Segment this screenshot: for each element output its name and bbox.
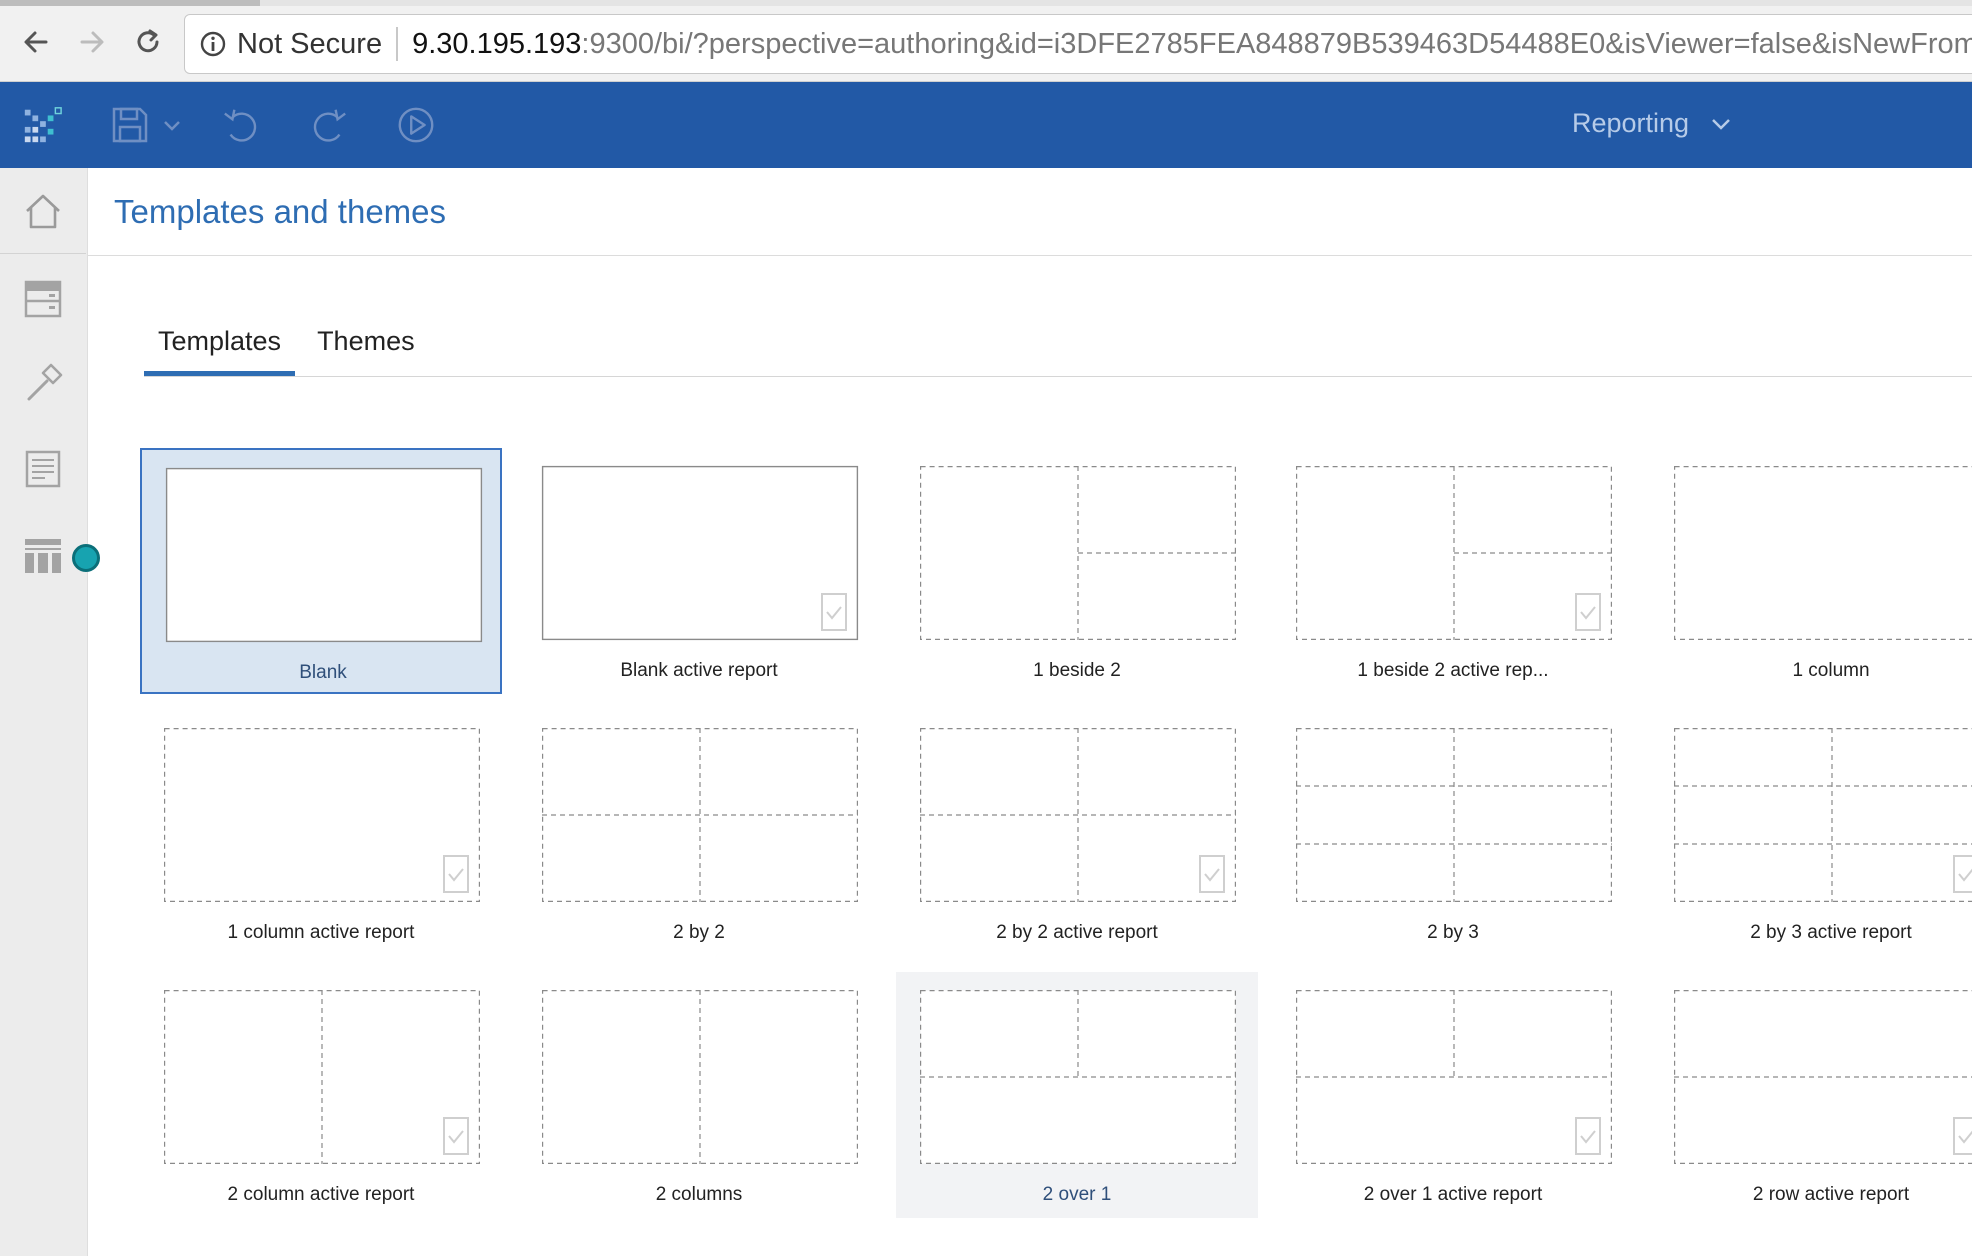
- template-thumbnail: [1296, 728, 1612, 903]
- template-card[interactable]: 2 row active report: [1650, 972, 1972, 1218]
- template-label: 2 row active report: [1752, 1184, 1910, 1205]
- template-label: 2 by 2: [673, 922, 725, 943]
- home-icon[interactable]: [0, 168, 86, 254]
- run-report-icon[interactable]: [394, 102, 438, 148]
- template-card[interactable]: 1 column: [1650, 448, 1972, 694]
- template-label: 2 columns: [655, 1184, 743, 1205]
- template-thumbnail: [542, 990, 858, 1165]
- template-card[interactable]: Blank: [140, 448, 502, 694]
- template-label: 2 column active report: [227, 1184, 415, 1205]
- template-thumbnail: [920, 728, 1236, 903]
- pages-icon[interactable]: [0, 426, 86, 512]
- template-card[interactable]: Blank active report: [518, 448, 880, 694]
- template-thumbnail: [1674, 990, 1972, 1165]
- template-label: 1 column active report: [227, 922, 415, 943]
- template-thumbnail: [1296, 466, 1612, 641]
- template-label: 1 column: [1792, 660, 1870, 681]
- template-label: 1 beside 2 active rep...: [1357, 660, 1549, 681]
- tabs-divider: [144, 376, 1972, 377]
- tab-themes[interactable]: Themes: [303, 322, 429, 376]
- url-path: :9300/bi/?perspective=authoring&id=i3DFE…: [581, 27, 1972, 60]
- left-rail: [0, 168, 88, 1256]
- template-card[interactable]: 2 over 1 active report: [1272, 972, 1634, 1218]
- template-card[interactable]: 2 by 2: [518, 710, 880, 956]
- browser-toolbar: Not Secure 9.30.195.193:9300/bi/?perspec…: [0, 0, 1972, 82]
- template-thumbnail: [164, 728, 480, 903]
- template-label: 2 by 3 active report: [1750, 922, 1912, 943]
- not-secure-label: Not Secure: [237, 27, 383, 60]
- title-divider: [88, 255, 1972, 256]
- template-label: 1 beside 2: [1033, 660, 1121, 681]
- template-label: 2 by 3: [1427, 922, 1479, 943]
- forward-arrow-icon[interactable]: [72, 22, 112, 62]
- undo-icon[interactable]: [220, 102, 264, 148]
- template-card[interactable]: 2 over 1: [896, 972, 1258, 1218]
- save-menu-chevron-icon[interactable]: [162, 102, 182, 148]
- template-thumbnail: [1674, 728, 1972, 903]
- template-card[interactable]: 2 columns: [518, 972, 880, 1218]
- perspective-label: Reporting: [1572, 108, 1690, 138]
- template-thumbnail: [164, 990, 480, 1165]
- template-card[interactable]: 2 column active report: [140, 972, 502, 1218]
- perspective-switcher[interactable]: Reporting: [1572, 108, 1733, 139]
- template-label: 2 over 1 active report: [1363, 1184, 1543, 1205]
- address-bar[interactable]: Not Secure 9.30.195.193:9300/bi/?perspec…: [184, 14, 1972, 74]
- browser-tab-strip: [0, 0, 1972, 6]
- page-title: Templates and themes: [114, 193, 447, 230]
- template-label: Blank: [299, 662, 347, 683]
- template-label: 2 by 2 active report: [996, 922, 1158, 943]
- reload-icon[interactable]: [128, 22, 168, 62]
- active-indicator-dot: [72, 544, 100, 572]
- app-header: Reporting: [0, 82, 1972, 168]
- template-card[interactable]: 1 column active report: [140, 710, 502, 956]
- url-separator: [396, 27, 399, 61]
- template-thumbnail: [920, 990, 1236, 1165]
- template-thumbnail: [1296, 990, 1612, 1165]
- url-host: 9.30.195.193: [412, 27, 582, 60]
- tab-bar: Templates Themes: [144, 322, 429, 378]
- template-thumbnail: [542, 728, 858, 903]
- save-icon[interactable]: [110, 102, 150, 148]
- back-arrow-icon[interactable]: [16, 22, 56, 62]
- template-label: 2 over 1: [1042, 1184, 1112, 1205]
- app-logo-icon[interactable]: [20, 102, 64, 148]
- template-thumbnail: [541, 465, 859, 641]
- template-card[interactable]: 2 by 3 active report: [1650, 710, 1972, 956]
- browser-tab-edge[interactable]: [0, 0, 260, 6]
- toolbox-hammer-icon[interactable]: [0, 340, 86, 426]
- redo-icon[interactable]: [306, 102, 350, 148]
- template-card[interactable]: 2 by 3: [1272, 710, 1634, 956]
- template-card[interactable]: 1 beside 2 active rep...: [1272, 448, 1634, 694]
- template-label: Blank active report: [620, 660, 778, 681]
- template-thumbnail: [920, 466, 1236, 641]
- template-card[interactable]: 1 beside 2: [896, 448, 1258, 694]
- template-card[interactable]: 2 by 2 active report: [896, 710, 1258, 956]
- info-icon[interactable]: [199, 30, 227, 58]
- template-thumbnail: [165, 467, 483, 643]
- tab-templates[interactable]: Templates: [144, 322, 296, 376]
- data-source-icon[interactable]: [0, 256, 86, 342]
- template-thumbnail: [1674, 466, 1972, 641]
- chevron-down-icon: [1712, 118, 1730, 130]
